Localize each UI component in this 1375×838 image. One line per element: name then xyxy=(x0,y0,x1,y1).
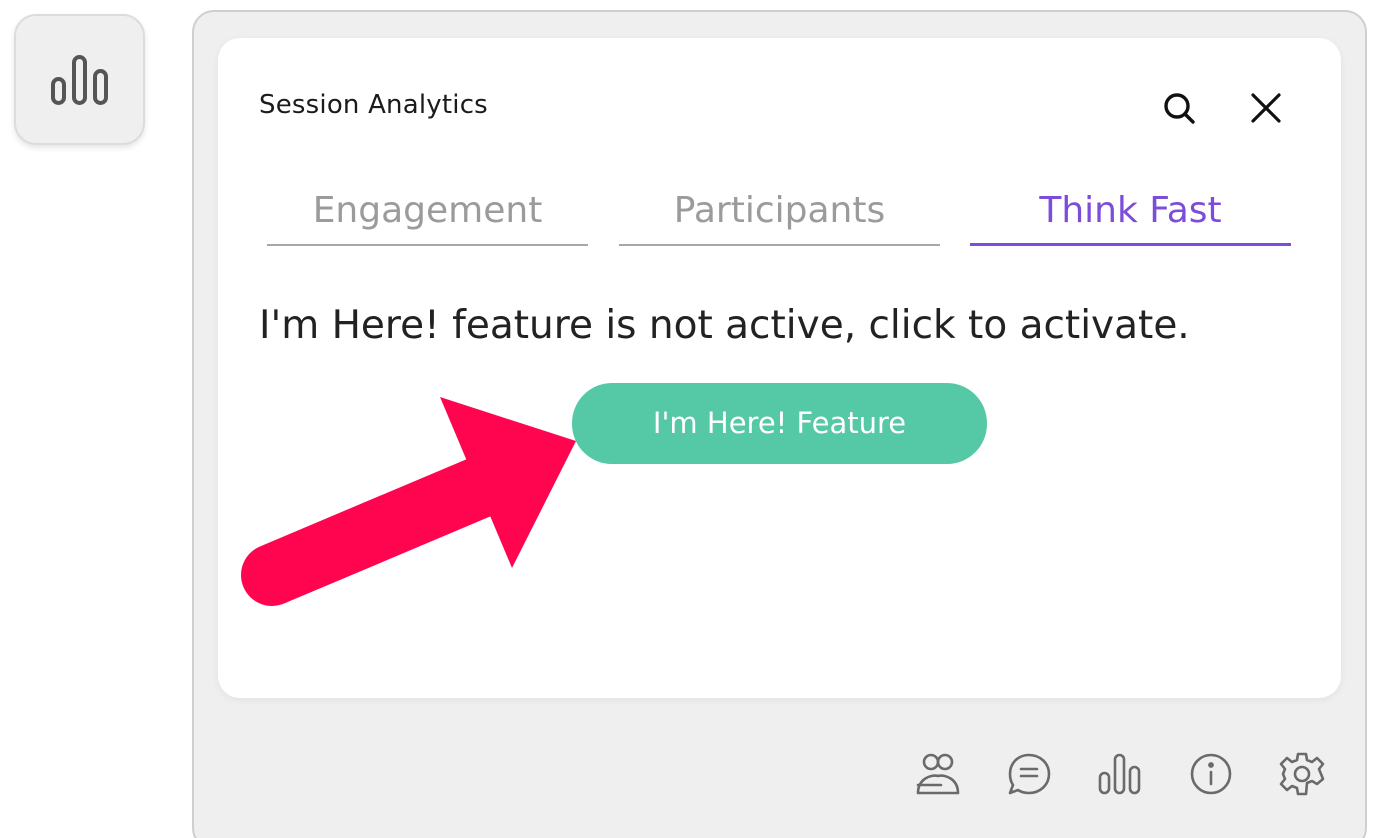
inactive-feature-message: I'm Here! feature is not active, click t… xyxy=(259,303,1190,348)
tab-participants[interactable]: Participants xyxy=(619,186,940,246)
analytics-card: Session Analytics Engagement Participant… xyxy=(218,38,1341,698)
info-icon xyxy=(1190,753,1232,795)
search-button[interactable] xyxy=(1156,85,1202,131)
search-icon xyxy=(1164,93,1195,124)
settings-icon xyxy=(1279,752,1325,796)
tab-bar: Engagement Participants Think Fast xyxy=(267,186,1292,248)
chat-icon xyxy=(1008,753,1051,795)
analytics-button[interactable] xyxy=(1094,748,1146,800)
analytics-toggle-button[interactable] xyxy=(14,14,145,145)
close-icon xyxy=(1251,93,1281,123)
participants-icon xyxy=(916,753,960,795)
bar-chart-icon xyxy=(50,54,108,105)
participants-button[interactable] xyxy=(912,748,964,800)
chat-button[interactable] xyxy=(1003,748,1055,800)
bar-chart-icon xyxy=(1098,753,1141,795)
settings-button[interactable] xyxy=(1276,748,1328,800)
card-title: Session Analytics xyxy=(259,90,488,120)
im-here-feature-button[interactable]: I'm Here! Feature xyxy=(572,383,987,464)
tab-engagement[interactable]: Engagement xyxy=(267,186,588,246)
stage: Session Analytics Engagement Participant… xyxy=(0,0,1375,838)
tab-think-fast[interactable]: Think Fast xyxy=(970,186,1291,246)
info-button[interactable] xyxy=(1185,748,1237,800)
close-button[interactable] xyxy=(1243,85,1289,131)
